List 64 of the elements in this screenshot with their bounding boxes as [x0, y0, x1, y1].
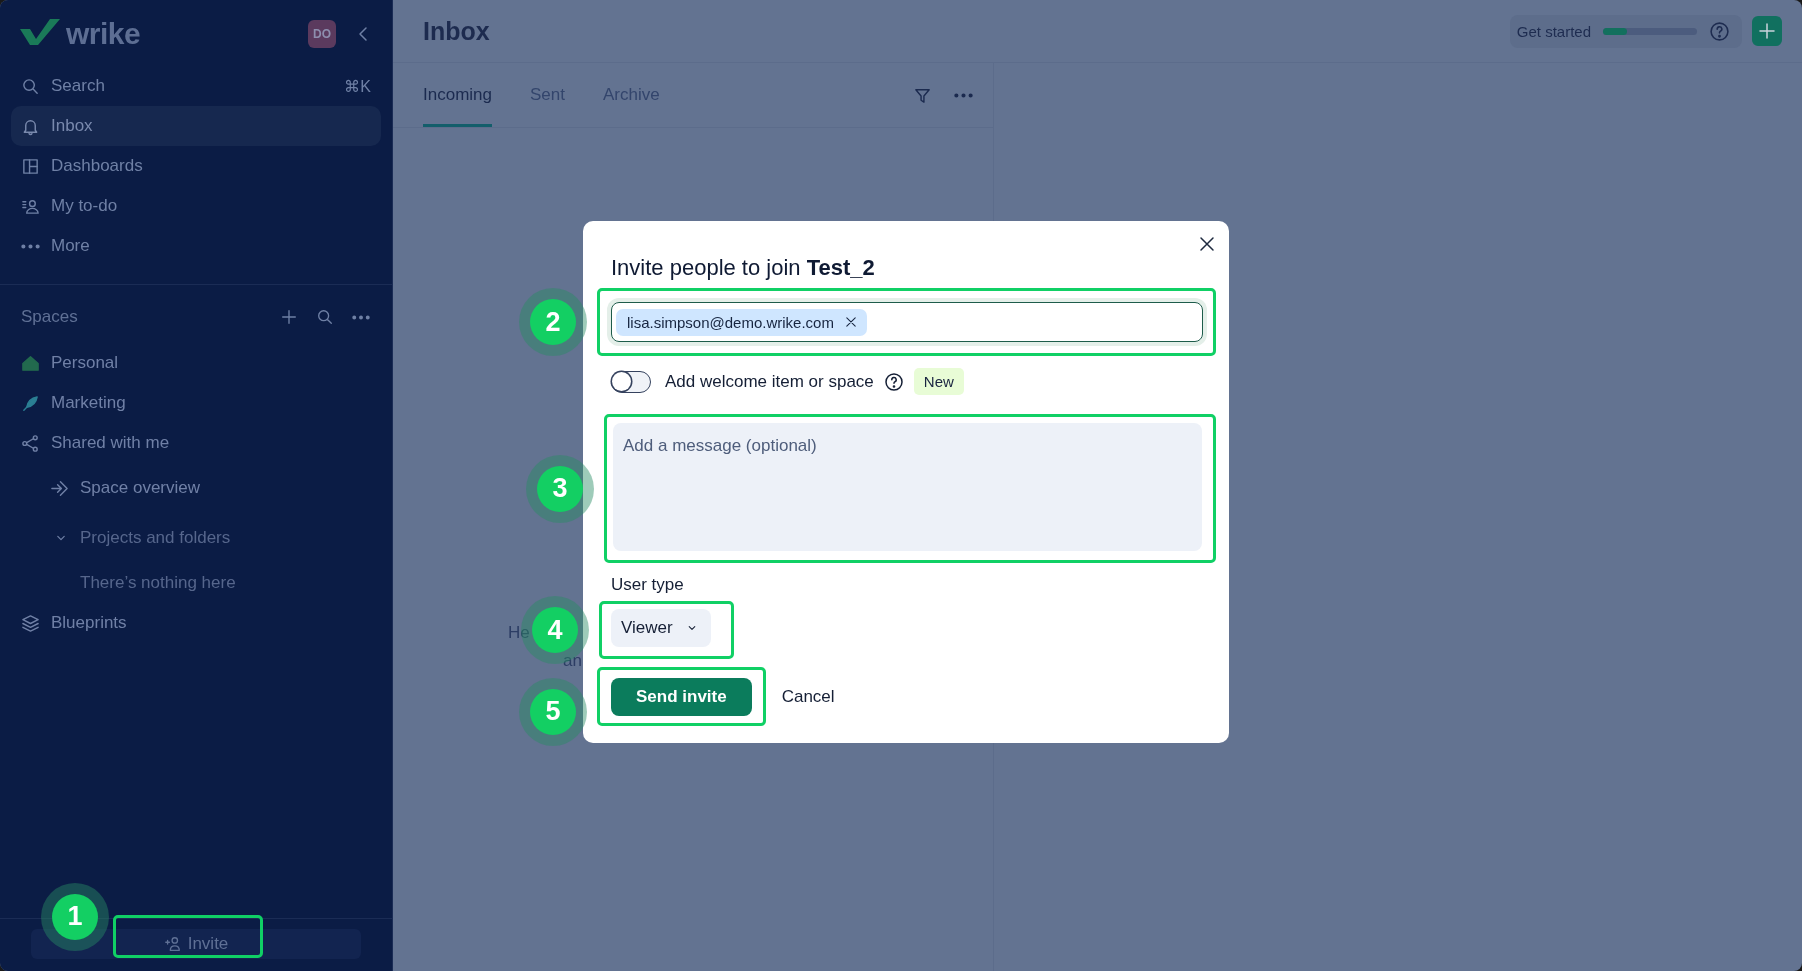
cancel-button[interactable]: Cancel: [779, 682, 837, 711]
tree-item[interactable]: Personal: [0, 343, 392, 383]
nav-label: Inbox: [51, 116, 94, 136]
tree-item[interactable]: Blueprints: [0, 603, 392, 643]
house-icon: [21, 353, 40, 373]
add-user-icon: [163, 935, 182, 953]
search-icon[interactable]: [316, 308, 334, 326]
more-icon[interactable]: [954, 92, 973, 98]
arrow-in-icon: [50, 478, 69, 498]
close-icon[interactable]: [1197, 234, 1217, 254]
tree-item[interactable]: Projects and folders: [0, 513, 392, 563]
logo-text: wrike: [66, 17, 141, 51]
tree-label: Marketing: [51, 393, 126, 413]
nav-item[interactable]: Search ⌘K: [11, 66, 381, 106]
user-avatar[interactable]: DO: [308, 20, 336, 48]
send-invite-button[interactable]: Send invite: [611, 678, 752, 716]
dashboard-icon: [21, 156, 40, 176]
search-icon: [21, 76, 40, 96]
tree-label: Space overview: [80, 478, 200, 498]
shortcut-hint: ⌘K: [344, 76, 371, 96]
empty-message: There’s nothing here: [80, 573, 236, 593]
more-icon[interactable]: [352, 314, 370, 320]
step-badge: 3: [537, 465, 583, 512]
tab[interactable]: Incoming: [423, 63, 492, 127]
tree-item[interactable]: Marketing: [0, 383, 392, 423]
section-title: Spaces: [21, 307, 78, 327]
nav-item[interactable]: Inbox: [11, 106, 381, 146]
help-icon[interactable]: [883, 371, 904, 392]
new-badge: New: [913, 368, 964, 395]
message-field[interactable]: Add a message (optional): [613, 423, 1202, 551]
plus-icon: [1757, 21, 1777, 41]
field-label: User type: [611, 575, 685, 595]
get-started-label: Get started: [1516, 22, 1591, 40]
nav-item[interactable]: Dashboards: [11, 146, 381, 186]
add-button[interactable]: [1752, 16, 1782, 46]
nav-label: More: [51, 236, 91, 256]
nav-label: Dashboards: [51, 156, 144, 176]
nav-item[interactable]: More: [11, 226, 381, 266]
toggle-switch[interactable]: [611, 370, 651, 393]
share-icon: [21, 433, 40, 453]
step-badge: 1: [52, 893, 98, 940]
dialog-title: Invite people to join Test_2: [611, 255, 876, 281]
email-chip-label: lisa.simpson@demo.wrike.com: [627, 313, 834, 331]
remove-icon[interactable]: [843, 315, 858, 329]
add-icon[interactable]: [280, 308, 298, 326]
user-type-dropdown[interactable]: Viewer: [611, 609, 711, 647]
layers-icon: [21, 613, 40, 633]
tree-label: Personal: [51, 353, 119, 373]
nav-label: My to-do: [51, 196, 119, 216]
get-started-panel[interactable]: Get started: [1509, 14, 1742, 48]
nav-item[interactable]: My to-do: [11, 186, 381, 226]
tree-label: Shared with me: [51, 433, 170, 453]
toggle-label: Add welcome item or space: [665, 371, 874, 392]
tree-item[interactable]: Shared with me: [0, 423, 392, 463]
page-title: Inbox: [423, 16, 490, 46]
nav-label: Search: [51, 76, 106, 96]
tree-item[interactable]: Space overview: [0, 463, 392, 513]
step-badge: 2: [530, 299, 576, 345]
tree-label: Projects and folders: [80, 528, 231, 548]
step-badge: 5: [530, 688, 576, 735]
step-badge: 4: [532, 607, 578, 653]
invite-button[interactable]: Invite: [31, 929, 361, 959]
more-icon: [21, 243, 40, 249]
tree-label: Blueprints: [51, 613, 127, 633]
